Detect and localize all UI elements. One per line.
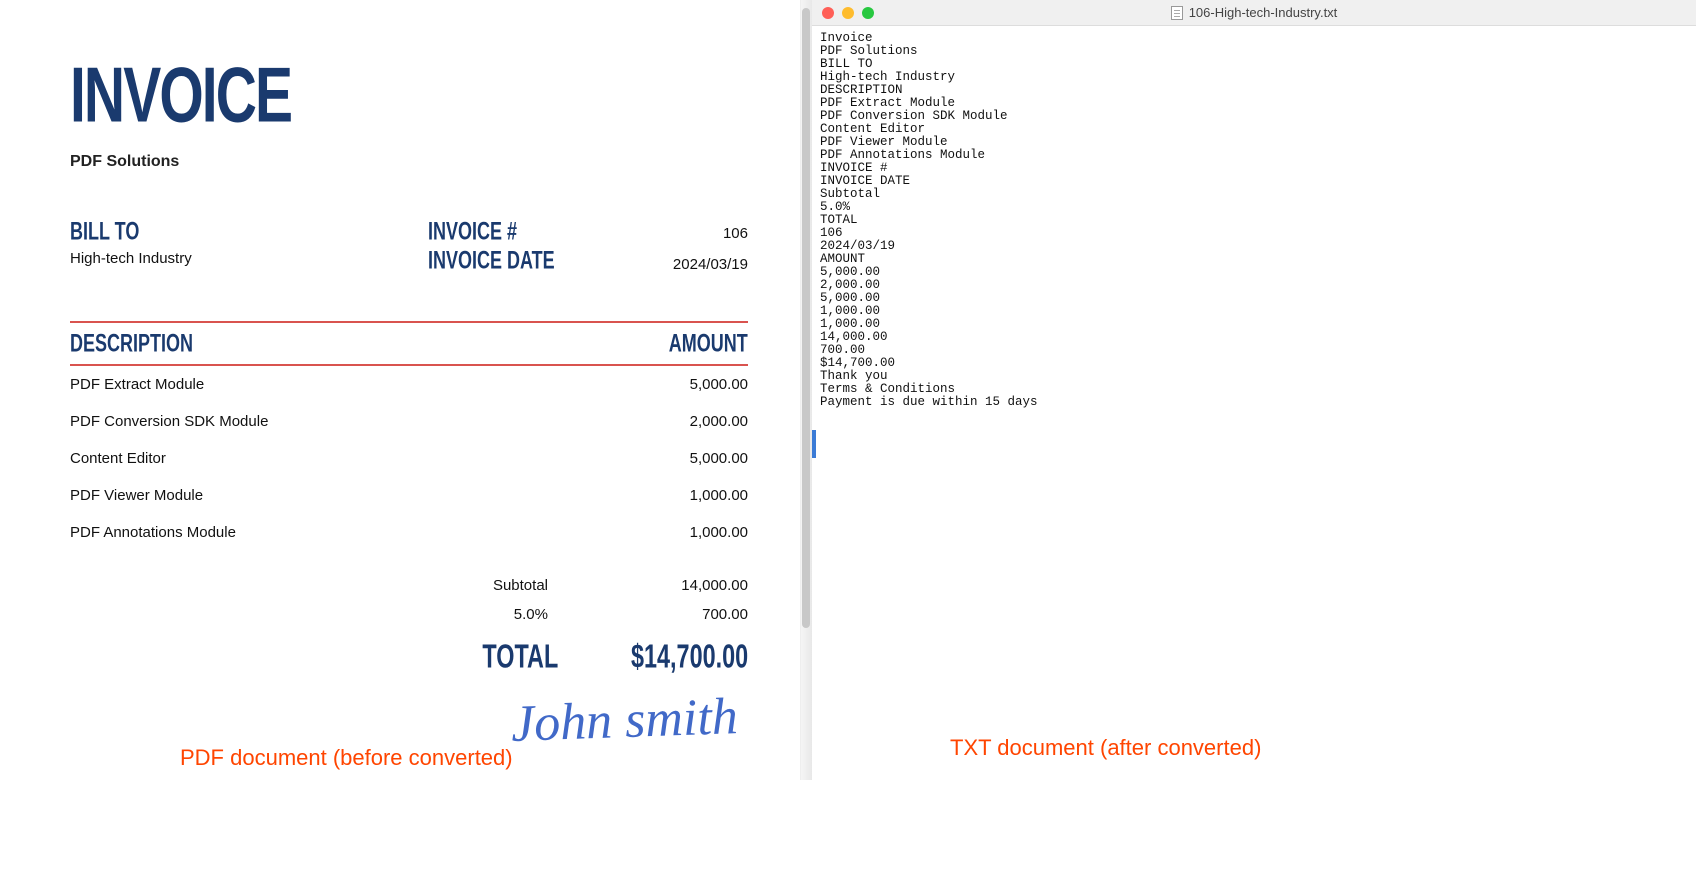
subtotal-value: 14,000.00	[628, 577, 748, 594]
bill-to-value: High-tech Industry	[70, 250, 410, 267]
caption-pdf: PDF document (before converted)	[180, 745, 513, 771]
line-amount: 2,000.00	[690, 413, 748, 430]
window-title: 106-High-tech-Industry.txt	[812, 5, 1696, 20]
bill-to-label: BILL TO	[70, 218, 376, 247]
line-desc: PDF Viewer Module	[70, 487, 203, 504]
table-row: PDF Viewer Module 1,000.00	[70, 477, 748, 514]
invoice-number-value: 106	[588, 221, 748, 242]
tax-rate-label: 5.0%	[388, 606, 548, 623]
file-icon	[1171, 6, 1183, 20]
company-name: PDF Solutions	[70, 153, 748, 171]
total-label: TOTAL	[482, 636, 558, 676]
invoice-title: INVOICE	[70, 50, 714, 140]
pdf-document-panel: INVOICE PDF Solutions BILL TO High-tech …	[0, 0, 808, 780]
total-value: $14,700.00	[631, 636, 748, 676]
table-row: PDF Conversion SDK Module 2,000.00	[70, 403, 748, 440]
subtotal-label: Subtotal	[388, 577, 548, 594]
line-desc: PDF Extract Module	[70, 376, 204, 393]
line-amount: 1,000.00	[690, 487, 748, 504]
window-titlebar[interactable]: 106-High-tech-Industry.txt	[812, 0, 1696, 26]
totals-section: Subtotal 14,000.00 5.0% 700.00 TOTAL $14…	[70, 571, 748, 672]
txt-window: 106-High-tech-Industry.txt Invoice PDF S…	[812, 0, 1696, 780]
line-desc: Content Editor	[70, 450, 166, 467]
window-title-text: 106-High-tech-Industry.txt	[1189, 5, 1338, 20]
signature: John smith	[510, 687, 739, 754]
table-row: Content Editor 5,000.00	[70, 440, 748, 477]
invoice-number-label: INVOICE #	[428, 218, 572, 247]
line-amount: 5,000.00	[690, 450, 748, 467]
table-row: PDF Extract Module 5,000.00	[70, 366, 748, 403]
caption-txt: TXT document (after converted)	[950, 735, 1261, 761]
line-amount: 1,000.00	[690, 524, 748, 541]
scroll-indicator	[812, 430, 816, 458]
description-header: DESCRIPTION	[70, 330, 193, 359]
scrollbar-thumb[interactable]	[802, 8, 810, 628]
table-row: PDF Annotations Module 1,000.00	[70, 514, 748, 551]
amount-header: AMOUNT	[669, 330, 748, 359]
line-amount: 5,000.00	[690, 376, 748, 393]
invoice-date-label: INVOICE DATE	[428, 247, 572, 276]
line-items-table: DESCRIPTION AMOUNT PDF Extract Module 5,…	[70, 321, 748, 551]
line-desc: PDF Annotations Module	[70, 524, 236, 541]
txt-content[interactable]: Invoice PDF Solutions BILL TO High-tech …	[812, 26, 1696, 415]
invoice-date-value: 2024/03/19	[588, 252, 748, 273]
tax-value: 700.00	[628, 606, 748, 623]
invoice-meta: BILL TO High-tech Industry INVOICE # INV…	[70, 221, 748, 283]
line-desc: PDF Conversion SDK Module	[70, 413, 268, 430]
